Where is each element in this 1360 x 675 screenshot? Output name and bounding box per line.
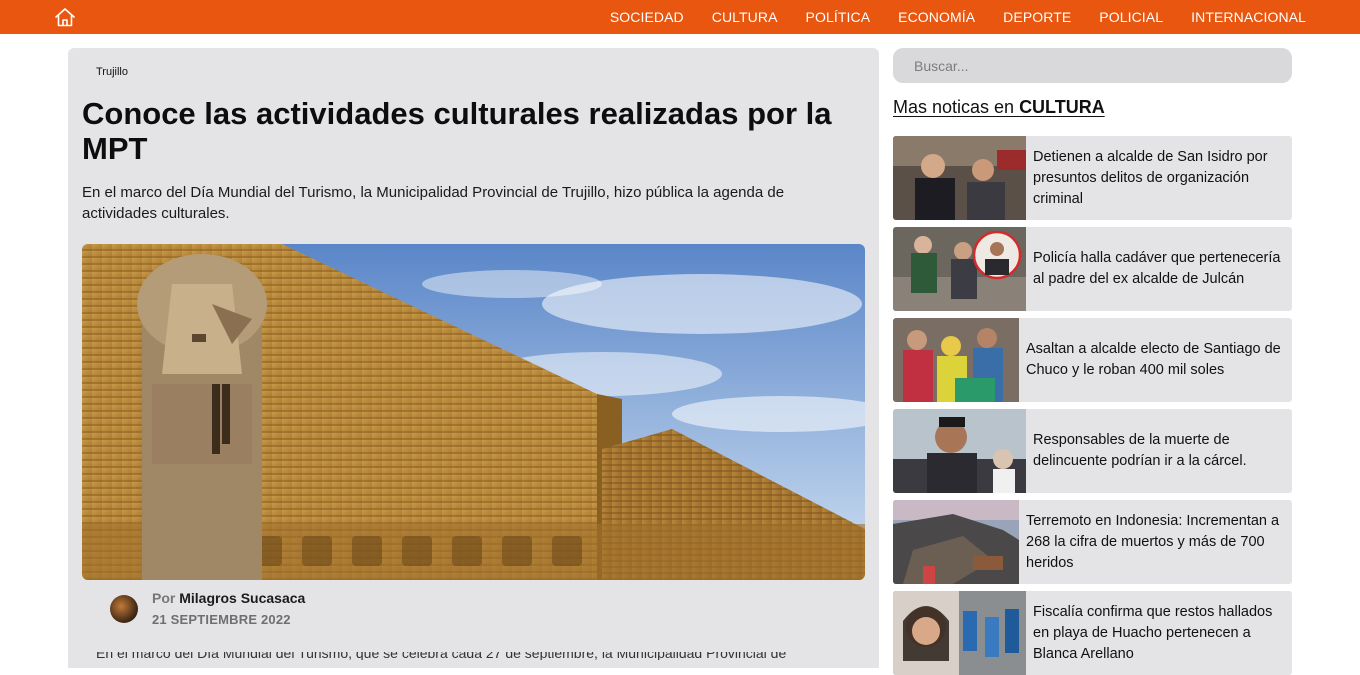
news-card[interactable]: Fiscalía confirma que restos hallados en… [893, 591, 1292, 675]
news-title[interactable]: Responsables de la muerte de delincuente… [1033, 409, 1292, 493]
news-card[interactable]: Policía halla cadáver que pertenecería a… [893, 227, 1292, 311]
author-name[interactable]: Milagros Sucasaca [179, 590, 305, 606]
nav-sociedad[interactable]: SOCIEDAD [610, 9, 684, 25]
news-card[interactable]: Detienen a alcalde de San Isidro por pre… [893, 136, 1292, 220]
news-thumbnail[interactable] [893, 500, 1019, 584]
news-title[interactable]: Fiscalía confirma que restos hallados en… [1033, 591, 1292, 675]
nav-politica[interactable]: POLÍTICA [806, 9, 871, 25]
top-navbar: SOCIEDAD CULTURA POLÍTICA ECONOMÍA DEPOR… [0, 0, 1360, 34]
more-news-section: CULTURA [1019, 97, 1105, 117]
news-thumbnail[interactable] [893, 409, 1026, 493]
author-byline: Por Milagros Sucasaca [152, 590, 305, 606]
article-date: 21 SEPTIEMBRE 2022 [152, 612, 291, 627]
nav-economia[interactable]: ECONOMÍA [898, 9, 975, 25]
section-nav: SOCIEDAD CULTURA POLÍTICA ECONOMÍA DEPOR… [610, 0, 1306, 34]
byline-prefix: Por [152, 590, 176, 606]
news-title[interactable]: Detienen a alcalde de San Isidro por pre… [1033, 136, 1292, 220]
article-panel: Trujillo Conoce las actividades cultural… [68, 48, 879, 668]
more-news-prefix: Mas noticas en [893, 97, 1020, 117]
news-card[interactable]: Responsables de la muerte de delincuente… [893, 409, 1292, 493]
news-title[interactable]: Asaltan a alcalde electo de Santiago de … [1026, 318, 1292, 402]
news-title[interactable]: Policía halla cadáver que pertenecería a… [1033, 227, 1292, 311]
news-title[interactable]: Terremoto en Indonesia: Incrementan a 26… [1026, 500, 1292, 584]
nav-deporte[interactable]: DEPORTE [1003, 9, 1071, 25]
article-body: En el marco del Día Mundial del Turismo,… [96, 652, 826, 660]
article-title: Conoce las actividades culturales realiz… [82, 96, 832, 166]
search-input[interactable] [893, 48, 1292, 83]
article-lead: En el marco del Día Mundial del Turismo,… [82, 184, 785, 222]
news-thumbnail[interactable] [893, 227, 1026, 311]
home-icon[interactable] [54, 7, 76, 27]
nav-policial[interactable]: POLICIAL [1099, 9, 1163, 25]
author-avatar[interactable] [110, 595, 138, 623]
news-thumbnail[interactable] [893, 591, 1026, 675]
article-body-first-line: En el marco del Día Mundial del Turismo,… [96, 652, 787, 660]
article-hero-image [82, 244, 865, 580]
nav-internacional[interactable]: INTERNACIONAL [1191, 9, 1306, 25]
news-card[interactable]: Asaltan a alcalde electo de Santiago de … [893, 318, 1292, 402]
more-news-heading[interactable]: Mas noticas en CULTURA [893, 97, 1105, 118]
news-card[interactable]: Terremoto en Indonesia: Incrementan a 26… [893, 500, 1292, 584]
news-thumbnail[interactable] [893, 318, 1019, 402]
breadcrumb[interactable]: Trujillo [96, 66, 128, 78]
news-thumbnail[interactable] [893, 136, 1026, 220]
nav-cultura[interactable]: CULTURA [712, 9, 778, 25]
